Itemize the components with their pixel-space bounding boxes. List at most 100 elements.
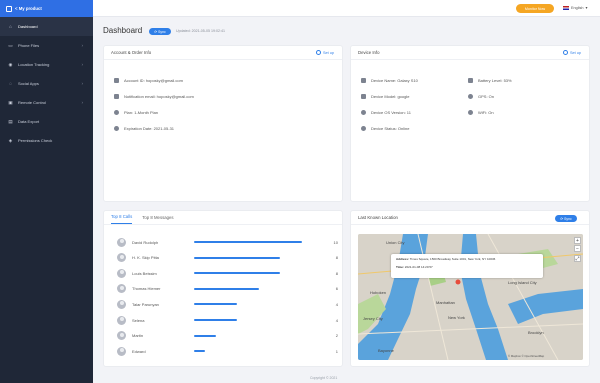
call-count: 8 bbox=[335, 255, 338, 261]
sidebar-item-label: Phone Files bbox=[18, 43, 40, 48]
device-model-row: Device Model: google bbox=[361, 94, 409, 99]
expiration-text: Expiration Date: 2021-05-31 bbox=[124, 126, 175, 131]
card-title: Device Info bbox=[358, 50, 380, 55]
account-id-text: Account ID: hoposky@gmail.com bbox=[124, 78, 183, 83]
sidebar-item-social-apps[interactable]: ◌ Social Apps › bbox=[0, 74, 93, 93]
call-row: Louis Beissim 8 bbox=[117, 268, 338, 278]
fullscreen-icon: ⤢ bbox=[575, 255, 580, 262]
home-icon: ⌂ bbox=[9, 24, 12, 29]
chat-bubble-icon: ◌ bbox=[9, 81, 12, 86]
top-bar: Monitor Now English ▾ bbox=[93, 0, 600, 17]
call-row: Martin 2 bbox=[117, 331, 338, 341]
call-count: 4 bbox=[335, 301, 338, 307]
product-label: < My product bbox=[15, 6, 42, 11]
sync-label: Sync bbox=[158, 29, 166, 34]
account-id-row: Account ID: hoposky@gmail.com bbox=[114, 78, 183, 83]
card-title: Account & Order Info bbox=[111, 50, 152, 55]
status-icon bbox=[361, 126, 366, 131]
shield-check-icon: ◈ bbox=[8, 138, 13, 143]
gps-row: GPS: On bbox=[468, 94, 494, 99]
chevron-right-icon: › bbox=[81, 62, 84, 67]
app-logo-icon bbox=[6, 5, 12, 12]
device-os-row: Device OS Version: 11 bbox=[361, 110, 411, 115]
sidebar-item-label: Permissions Check bbox=[18, 138, 53, 143]
gear-icon bbox=[316, 50, 322, 55]
wifi-text: WiFi: On bbox=[478, 110, 494, 115]
sidebar-item-label: Location Tracking bbox=[18, 62, 50, 67]
call-row: Thomas Hiemer 6 bbox=[117, 284, 338, 294]
setup-link[interactable]: Set up bbox=[316, 50, 334, 55]
avatar-icon bbox=[117, 346, 126, 356]
sidebar-item-phone-files[interactable]: ▭ Phone Files › bbox=[0, 36, 93, 55]
call-row: David Rudolph 10 bbox=[117, 237, 338, 247]
phone-icon bbox=[361, 94, 366, 99]
map-canvas: Union City Hoboken Manhattan Jersey City… bbox=[358, 234, 583, 360]
contact-name: Edward bbox=[132, 348, 146, 354]
device-os-text: Device OS Version: 11 bbox=[371, 110, 411, 115]
gear-icon bbox=[563, 50, 569, 55]
zoom-out-button[interactable]: − bbox=[574, 245, 581, 252]
sidebar-item-remote-control[interactable]: ▣ Remote Control › bbox=[0, 93, 93, 112]
export-icon: ▤ bbox=[8, 119, 13, 124]
device-status-row: Device Status: Online bbox=[361, 126, 409, 131]
location-sync-button[interactable]: ⟳ Sync bbox=[555, 215, 577, 222]
tab-top-calls[interactable]: Top 8 Calls bbox=[111, 214, 133, 224]
footer-copyright: Copyright © 2021 bbox=[310, 376, 338, 380]
call-count: 2 bbox=[335, 333, 338, 339]
call-count-bar bbox=[194, 256, 281, 259]
plan-text: Plan: 1-Month Plan bbox=[124, 110, 159, 115]
setup-label: Set up bbox=[323, 50, 334, 55]
phone-icon bbox=[361, 78, 366, 83]
call-count-bar bbox=[194, 319, 238, 321]
avatar-icon bbox=[117, 253, 126, 263]
user-id-icon bbox=[114, 78, 119, 83]
device-info-card: Device Info Set up Device Name: Galaxy S… bbox=[350, 45, 590, 202]
product-selector[interactable]: < My product bbox=[0, 0, 93, 17]
location-marker-icon[interactable] bbox=[455, 279, 461, 285]
avatar-icon bbox=[117, 284, 126, 294]
notification-email-row: Notification email: hoposky@gmail.com bbox=[114, 94, 194, 99]
contact-name: David Rudolph bbox=[132, 239, 159, 245]
sidebar: < My product ⌂ Dashboard ▭ Phone Files ›… bbox=[0, 0, 93, 383]
device-name-row: Device Name: Galaxy S10 bbox=[361, 78, 418, 83]
notification-email-text: Notification email: hoposky@gmail.com bbox=[124, 94, 194, 99]
map-label: Long Island City bbox=[508, 280, 537, 285]
sidebar-item-label: Remote Control bbox=[18, 100, 47, 105]
device-name-text: Device Name: Galaxy S10 bbox=[371, 78, 418, 83]
expiration-row: Expiration Date: 2021-05-31 bbox=[114, 126, 174, 131]
location-map[interactable]: Union City Hoboken Manhattan Jersey City… bbox=[358, 234, 583, 360]
call-count: 10 bbox=[333, 239, 338, 245]
call-row: H. K. Skip Pitta 8 bbox=[117, 253, 338, 263]
contact-name: Martin bbox=[132, 333, 144, 339]
monitor-now-button[interactable]: Monitor Now bbox=[516, 4, 554, 13]
zoom-in-button[interactable]: + bbox=[574, 237, 581, 244]
location-pin-icon: ◉ bbox=[8, 62, 13, 67]
chevron-right-icon: › bbox=[81, 81, 84, 86]
contact-name: Thomas Hiemer bbox=[132, 286, 161, 292]
chevron-right-icon: › bbox=[81, 100, 84, 105]
tab-top-messages[interactable]: Top 8 Messages bbox=[142, 215, 173, 224]
sidebar-item-dashboard[interactable]: ⌂ Dashboard bbox=[0, 17, 93, 36]
sync-label: Sync bbox=[564, 216, 572, 221]
avatar-icon bbox=[117, 315, 126, 325]
popup-time: 2021-01-08 14:20:57 bbox=[404, 265, 433, 269]
sidebar-item-data-export[interactable]: ▤ Data Export bbox=[0, 112, 93, 131]
sidebar-item-permissions-check[interactable]: ◈ Permissions Check bbox=[0, 131, 93, 150]
call-row: Selena 4 bbox=[117, 315, 338, 325]
sidebar-item-location-tracking[interactable]: ◉ Location Tracking › bbox=[0, 55, 93, 74]
fullscreen-button[interactable]: ⤢ bbox=[574, 255, 581, 262]
plan-icon bbox=[114, 110, 119, 115]
gps-icon bbox=[468, 94, 473, 99]
last-updated-text: Updated: 2021-05-05 19:02:41 bbox=[176, 29, 225, 33]
contact-name: H. K. Skip Pitta bbox=[132, 255, 159, 261]
map-label: Manhattan bbox=[436, 300, 455, 305]
last-location-card: Last Known Location ⟳ Sync Union City Ho… bbox=[350, 210, 590, 367]
location-popup: Address: Times Square, 1560 Broadway Sui… bbox=[391, 254, 543, 278]
popup-address: Times Square, 1560 Broadway Suite 1001, … bbox=[409, 257, 496, 261]
email-icon bbox=[114, 94, 119, 99]
call-count-bar bbox=[194, 334, 216, 337]
battery-text: Battery Level: 53% bbox=[478, 78, 512, 83]
setup-link[interactable]: Set up bbox=[563, 50, 581, 55]
sync-button[interactable]: ⟳ Sync bbox=[149, 28, 171, 35]
language-selector[interactable]: English ▾ bbox=[563, 5, 587, 10]
